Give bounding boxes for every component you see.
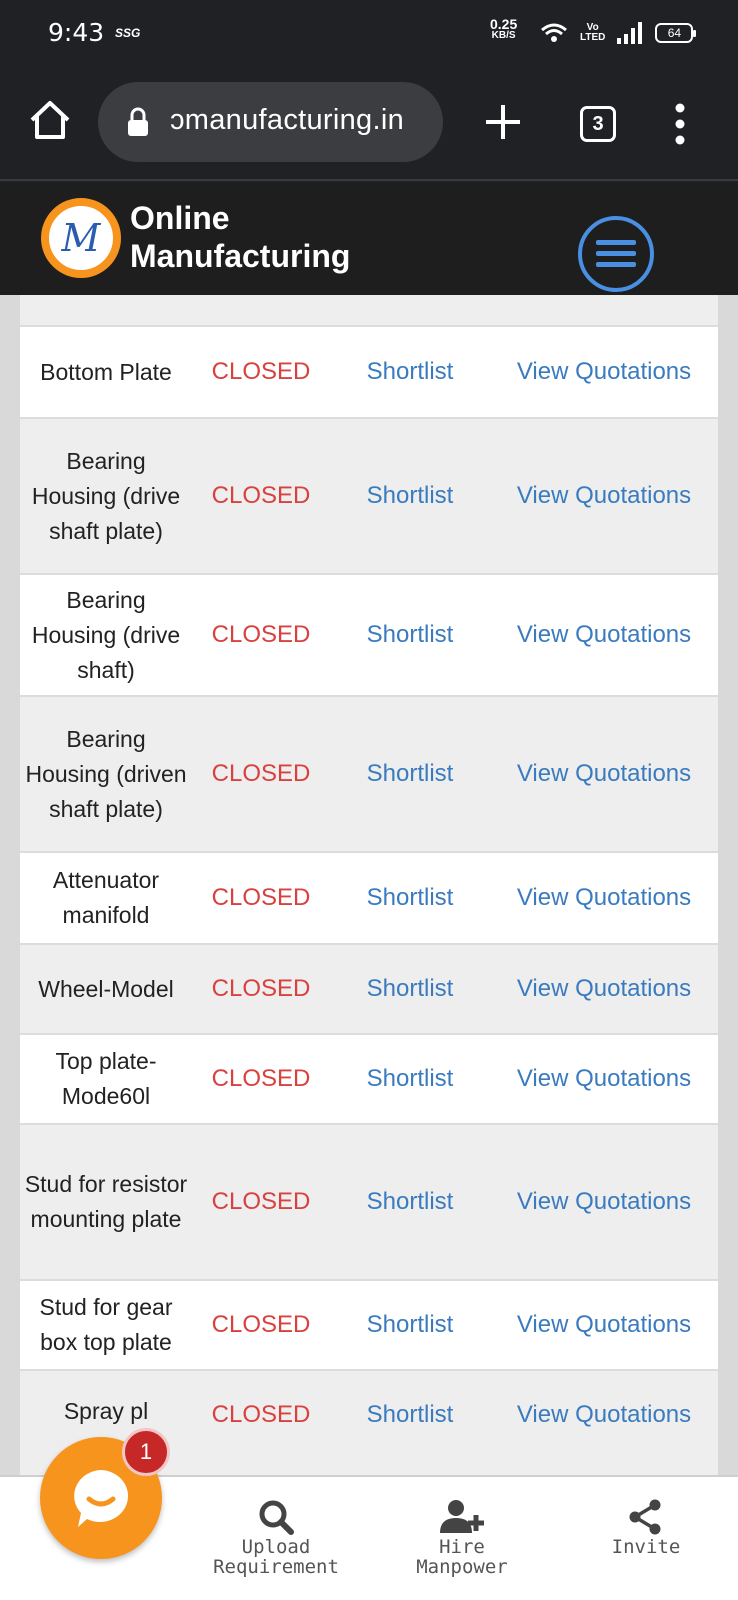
shortlist-link[interactable]: Shortlist (330, 358, 490, 386)
view-quotations-link[interactable]: View Quotations (490, 760, 718, 788)
status-label: CLOSED (211, 358, 311, 385)
part-name: Attenuator manifold (52, 867, 160, 928)
status-label: CLOSED (211, 975, 311, 1002)
view-quotations-link[interactable]: View Quotations (490, 1387, 718, 1429)
chat-unread-badge: 1 (122, 1428, 170, 1476)
status-label: CLOSED (211, 482, 311, 509)
site-header: M Online Manufacturing (0, 183, 738, 295)
svg-text:M: M (61, 216, 102, 260)
upload-requirement-button[interactable]: Upload Requirement (196, 1499, 356, 1577)
part-name: Stud for gear box top plate (39, 1294, 173, 1355)
view-quotations-link[interactable]: View Quotations (490, 1188, 718, 1216)
table-row: Top plate-Mode60l CLOSED Shortlist View … (20, 1033, 718, 1123)
table-row-partial (20, 295, 718, 325)
add-user-icon (440, 1500, 484, 1533)
brand-logo[interactable]: M (40, 197, 122, 279)
part-name: Bearing Housing (driven shaft plate) (25, 725, 187, 822)
part-name: Bottom Plate (40, 358, 172, 385)
table-row: Stud for gear box top plate CLOSED Short… (20, 1279, 718, 1369)
browser-toolbar: ɔmanufacturing.in 3 (0, 68, 738, 181)
lock-icon (128, 107, 148, 136)
shortlist-link[interactable]: Shortlist (330, 975, 490, 1003)
shortlist-link[interactable]: Shortlist (330, 1387, 490, 1429)
shortlist-link[interactable]: Shortlist (330, 1311, 490, 1339)
invite-button[interactable]: Invite (566, 1499, 726, 1557)
shortlist-link[interactable]: Shortlist (330, 884, 490, 912)
shortlist-link[interactable]: Shortlist (330, 621, 490, 649)
shortlist-link[interactable]: Shortlist (330, 760, 490, 788)
status-label: CLOSED (211, 1401, 311, 1428)
view-quotations-link[interactable]: View Quotations (490, 1065, 718, 1093)
status-label: CLOSED (211, 884, 311, 911)
table-row: Bearing Housing (driven shaft plate) CLO… (20, 695, 718, 851)
search-icon (259, 1500, 294, 1535)
upload-label-1: Upload (241, 1536, 311, 1558)
view-quotations-link[interactable]: View Quotations (490, 1311, 718, 1339)
tab-switcher-button[interactable]: 3 (580, 106, 616, 142)
hire-manpower-button[interactable]: Hire Manpower (382, 1499, 542, 1577)
shortlist-link[interactable]: Shortlist (330, 1065, 490, 1093)
table-row: Bearing Housing (drive shaft) CLOSED Sho… (20, 573, 718, 695)
hire-label-2: Manpower (416, 1556, 508, 1578)
url-text: ɔmanufacturing.in (170, 104, 404, 136)
status-label: CLOSED (211, 1188, 311, 1215)
part-name: Wheel-Model (38, 975, 174, 1002)
status-label: CLOSED (211, 760, 311, 787)
status-time: 9:43 (48, 18, 105, 47)
part-name: Top plate-Mode60l (55, 1048, 157, 1109)
table-row: Stud for resistor mounting plate CLOSED … (20, 1123, 718, 1279)
network-speed: 0.25 KB/S (490, 17, 517, 42)
page-content: Bottom Plate CLOSED Shortlist View Quota… (0, 295, 738, 1475)
home-icon[interactable] (28, 98, 72, 142)
battery-icon: 64 (655, 23, 697, 43)
status-label: CLOSED (211, 1065, 311, 1092)
part-name: Bearing Housing (drive shaft plate) (31, 447, 181, 544)
status-icons: Vo LTED 64 (540, 20, 697, 46)
invite-label: Invite (611, 1536, 681, 1558)
hamburger-menu-icon[interactable] (576, 214, 656, 294)
part-name: Stud for resistor mounting plate (24, 1171, 188, 1232)
network-speed-unit: KB/S (491, 30, 516, 41)
volte-bottom: LTED (580, 32, 606, 43)
signal-icon (617, 22, 643, 44)
hire-label-1: Hire (439, 1536, 485, 1558)
address-bar[interactable]: ɔmanufacturing.in (98, 82, 443, 162)
table-row: Attenuator manifold CLOSED Shortlist Vie… (20, 851, 718, 943)
view-quotations-link[interactable]: View Quotations (490, 358, 718, 386)
quotations-table: Bottom Plate CLOSED Shortlist View Quota… (20, 295, 718, 1475)
more-menu-icon[interactable] (670, 102, 690, 146)
view-quotations-link[interactable]: View Quotations (490, 621, 718, 649)
status-bar: 9:43 SSG 0.25 KB/S Vo LTED 64 (0, 0, 738, 68)
shortlist-link[interactable]: Shortlist (330, 1188, 490, 1216)
volte-icon: Vo LTED (580, 23, 605, 43)
new-tab-icon[interactable] (483, 102, 523, 142)
view-quotations-link[interactable]: View Quotations (490, 884, 718, 912)
brand-name[interactable]: Online Manufacturing (130, 199, 350, 275)
table-row: Bottom Plate CLOSED Shortlist View Quota… (20, 325, 718, 417)
wifi-icon (541, 23, 567, 42)
table-row: Bearing Housing (drive shaft plate) CLOS… (20, 417, 718, 573)
shortlist-link[interactable]: Shortlist (330, 482, 490, 510)
upload-label-2: Requirement (213, 1556, 339, 1578)
share-icon (629, 1499, 661, 1535)
status-carrier-label: SSG (115, 26, 141, 40)
brand-line-1: Online (130, 200, 230, 236)
view-quotations-link[interactable]: View Quotations (490, 482, 718, 510)
brand-line-2: Manufacturing (130, 238, 351, 274)
table-row: Wheel-Model CLOSED Shortlist View Quotat… (20, 943, 718, 1033)
part-name: Bearing Housing (drive shaft) (31, 586, 181, 683)
part-name: Spray pl (63, 1398, 149, 1424)
view-quotations-link[interactable]: View Quotations (490, 975, 718, 1003)
status-label: CLOSED (211, 621, 311, 648)
status-label: CLOSED (211, 1311, 311, 1338)
